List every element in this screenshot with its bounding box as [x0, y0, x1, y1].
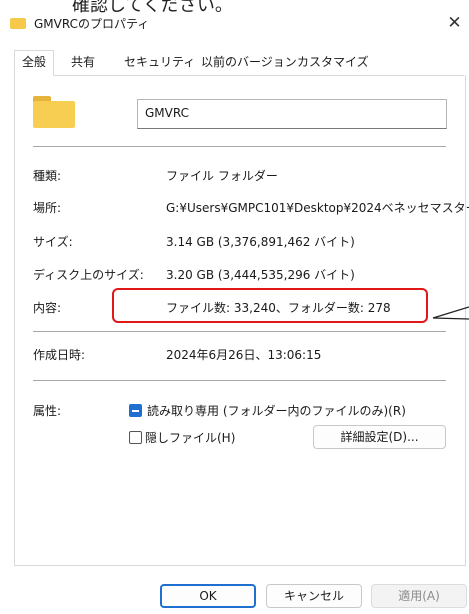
size-label: サイズ: — [33, 235, 73, 249]
window-title: GMVRCのプロパティ — [34, 17, 150, 31]
tab-strip: 全般 共有 セキュリティ 以前のバージョン カスタマイズ — [14, 50, 464, 76]
tab-customize[interactable]: カスタマイズ — [290, 51, 376, 74]
folder-icon — [10, 18, 26, 29]
advanced-button[interactable]: 詳細設定(D)... — [313, 425, 446, 449]
created-value: 2024年6月26日、13:06:15 — [166, 348, 322, 362]
read-only-label[interactable]: 読み取り専用 (フォルダー内のファイルのみ)(R) — [147, 402, 406, 419]
size-on-disk-value: 3.20 GB (3,444,535,296 バイト) — [166, 268, 355, 282]
type-label: 種類: — [33, 169, 62, 183]
cancel-button[interactable]: キャンセル — [266, 584, 362, 608]
attributes-label: 属性: — [33, 404, 62, 418]
title-bar: GMVRCのプロパティ ✕ — [0, 10, 469, 36]
folder-name-field[interactable]: GMVRC — [137, 99, 447, 129]
size-value: 3.14 GB (3,376,891,462 バイト) — [166, 235, 355, 249]
read-only-checkbox[interactable] — [129, 404, 142, 417]
hidden-checkbox[interactable] — [129, 431, 142, 444]
highlight-box — [112, 288, 428, 323]
apply-button[interactable]: 適用(A) — [371, 584, 467, 608]
tab-general[interactable]: 全般 — [14, 50, 55, 76]
tab-security[interactable]: セキュリティ — [117, 51, 202, 74]
size-on-disk-label: ディスク上のサイズ: — [33, 268, 144, 282]
hidden-label[interactable]: 隠しファイル(H) — [145, 429, 235, 446]
close-button[interactable]: ✕ — [440, 10, 469, 36]
type-value: ファイル フォルダー — [166, 169, 278, 183]
divider — [33, 331, 446, 332]
divider — [33, 380, 446, 381]
tab-sharing[interactable]: 共有 — [64, 51, 102, 74]
created-label: 作成日時: — [33, 348, 86, 362]
folder-large-icon — [33, 96, 75, 128]
tab-previous-versions[interactable]: 以前のバージョン — [194, 51, 304, 74]
location-value: G:¥Users¥GMPC101¥Desktop¥2024ベネッセマスター2 — [166, 201, 469, 215]
ok-button[interactable]: OK — [160, 584, 256, 608]
divider — [33, 146, 446, 147]
location-label: 場所: — [33, 201, 62, 215]
contents-label: 内容: — [33, 301, 62, 315]
